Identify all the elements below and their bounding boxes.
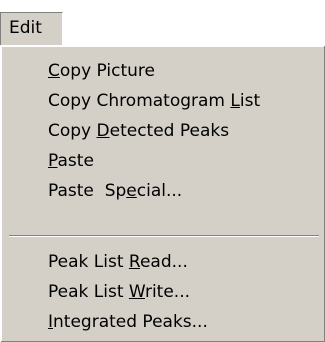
access-key: e [126,181,137,201]
access-key: D [96,121,110,141]
menu-item-copy-chromatogram-list[interactable]: Copy Chromatogram List [1,86,325,116]
menu-item-integrated-peaks[interactable]: Integrated Peaks... [1,307,325,337]
access-key: R [128,252,140,272]
menu-item-peak-list-write[interactable]: Peak List Write... [1,277,325,307]
access-key: W [128,282,145,302]
menu-separator [9,235,319,237]
menu-edit[interactable]: Edit [0,12,63,45]
menu-item-copy-picture[interactable]: Copy Picture [1,56,325,86]
menu-item-paste[interactable]: Paste [1,146,325,176]
menu-item-paste-special[interactable]: Paste Special... [1,176,325,206]
menu-item-peak-list-read[interactable]: Peak List Read... [1,247,325,277]
access-key: L [230,91,240,111]
menu-edit-label: Edit [9,18,42,38]
menu-item-copy-detected-peaks[interactable]: Copy Detected Peaks [1,116,325,146]
access-key: P [48,151,58,171]
access-key: C [48,61,60,81]
edit-menu-dropdown: Copy Picture Copy Chromatogram List Copy… [0,45,325,342]
